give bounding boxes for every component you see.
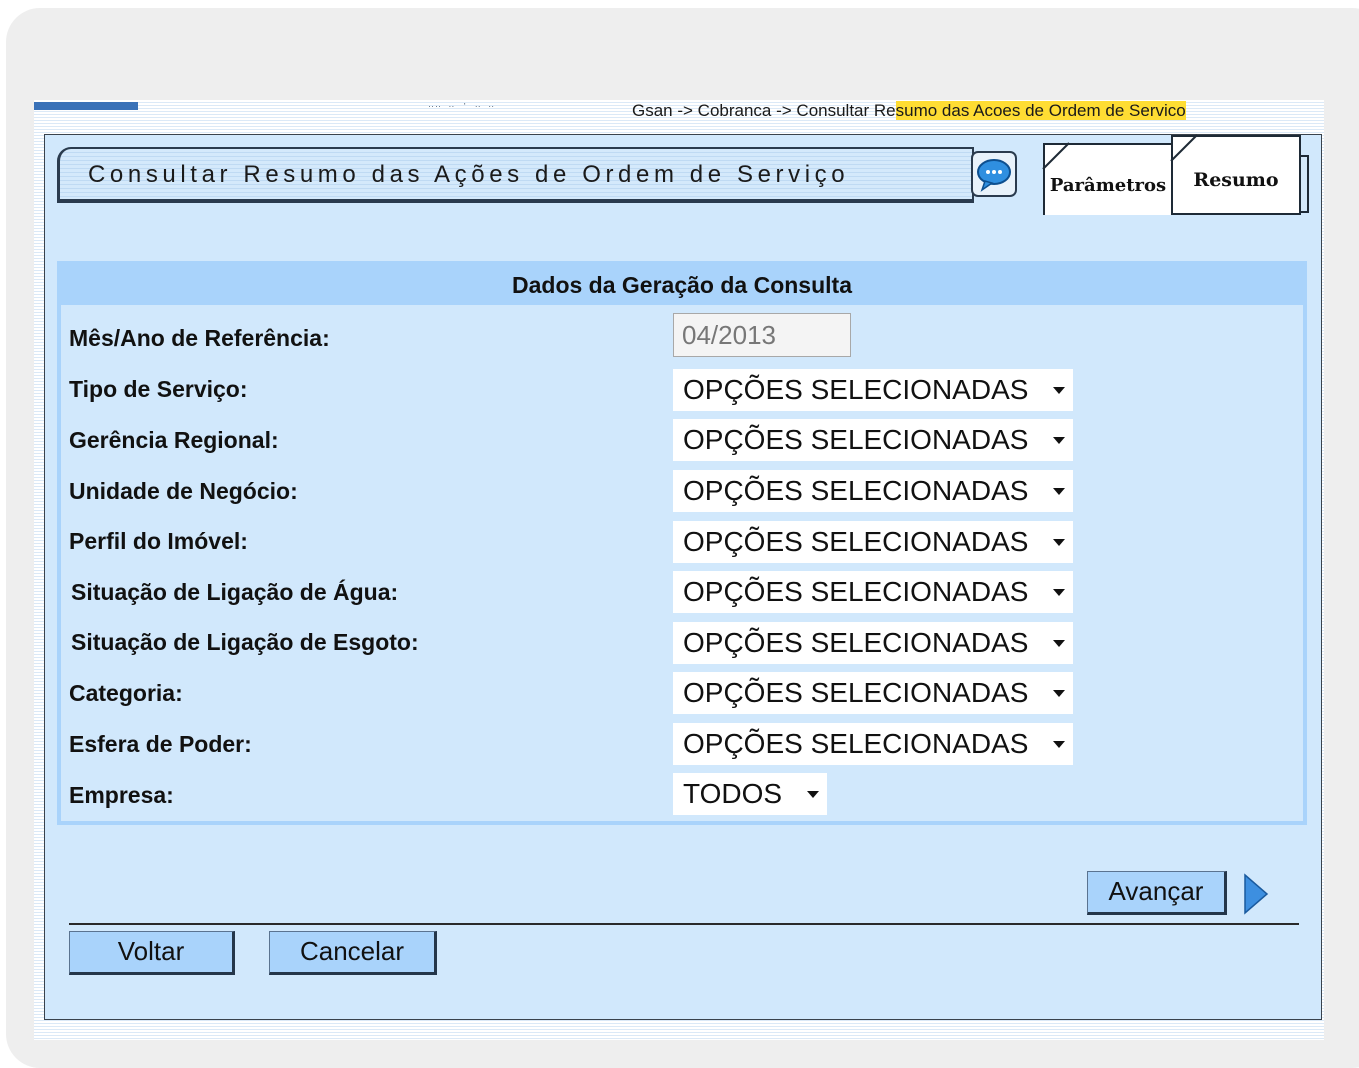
- chevron-down-icon: [1053, 741, 1065, 748]
- tab-corner-decoration: [1042, 142, 1070, 170]
- situacao-esgoto-value: OPÇÕES SELECIONADAS: [683, 627, 1029, 658]
- empresa-select[interactable]: TODOS: [673, 773, 827, 815]
- esfera-poder-label: Esfera de Poder:: [69, 731, 252, 757]
- arrow-right-icon[interactable]: [1241, 871, 1271, 917]
- title-bar: Consultar Resumo das Ações de Ordem de S…: [57, 147, 974, 203]
- chevron-down-icon: [807, 791, 819, 798]
- main-panel: Consultar Resumo das Ações de Ordem de S…: [44, 134, 1322, 1020]
- empresa-value: TODOS: [683, 778, 783, 809]
- empresa-label: Empresa:: [69, 782, 174, 808]
- chevron-down-icon: [1053, 640, 1065, 647]
- divider: [69, 923, 1299, 925]
- top-menu-remnant: ‥‥ ‥ · ‥ ‥: [428, 100, 496, 110]
- breadcrumb: Gsan -> Cobranca -> Consultar Resumo das…: [632, 100, 1186, 122]
- unidade-negocio-select[interactable]: OPÇÕES SELECIONADAS: [673, 470, 1073, 512]
- reference-month-input[interactable]: 04/2013: [673, 313, 851, 357]
- tab-parametros-label: Parâmetros: [1049, 175, 1167, 196]
- situacao-esgoto-select[interactable]: OPÇÕES SELECIONADAS: [673, 622, 1073, 664]
- gerencia-regional-select[interactable]: OPÇÕES SELECIONADAS: [673, 419, 1073, 461]
- breadcrumb-highlight: sumo das Acoes de Ordem de Servico: [895, 101, 1186, 120]
- chevron-down-icon: [1053, 387, 1065, 394]
- avancar-button[interactable]: Avançar: [1087, 871, 1227, 915]
- cancelar-button[interactable]: Cancelar: [269, 931, 437, 975]
- categoria-value: OPÇÕES SELECIONADAS: [683, 677, 1029, 708]
- page: ‥‥ ‥ · ‥ ‥ Gsan -> Cobranca -> Consultar…: [34, 100, 1324, 1040]
- chevron-down-icon: [1053, 690, 1065, 697]
- breadcrumb-path: Gsan -> Cobranca -> Consultar Re: [632, 101, 896, 120]
- chevron-down-icon: [1053, 488, 1065, 495]
- gerencia-regional-label: Gerência Regional:: [69, 427, 279, 453]
- form-section: Dados da Geração da Consulta Mês/Ano de …: [57, 261, 1307, 825]
- voltar-button[interactable]: Voltar: [69, 931, 235, 975]
- unidade-negocio-label: Unidade de Negócio:: [69, 478, 298, 504]
- categoria-label: Categoria:: [69, 680, 183, 706]
- chevron-down-icon: [1053, 589, 1065, 596]
- situacao-agua-label: Situação de Ligação de Água:: [71, 579, 399, 605]
- unidade-negocio-value: OPÇÕES SELECIONADAS: [683, 475, 1029, 506]
- situacao-esgoto-label: Situação de Ligação de Esgoto:: [71, 629, 419, 655]
- tipo-servico-select[interactable]: OPÇÕES SELECIONADAS: [673, 369, 1073, 411]
- perfil-imovel-select[interactable]: OPÇÕES SELECIONADAS: [673, 521, 1073, 563]
- top-accent-bar: [34, 102, 138, 110]
- situacao-agua-value: OPÇÕES SELECIONADAS: [683, 576, 1029, 607]
- esfera-poder-value: OPÇÕES SELECIONADAS: [683, 728, 1029, 759]
- perfil-imovel-value: OPÇÕES SELECIONADAS: [683, 526, 1029, 557]
- chat-bubble-icon[interactable]: [971, 151, 1017, 197]
- chevron-down-icon: [1053, 539, 1065, 546]
- tipo-servico-label: Tipo de Serviço:: [69, 376, 248, 402]
- situacao-agua-select[interactable]: OPÇÕES SELECIONADAS: [673, 571, 1073, 613]
- perfil-imovel-label: Perfil do Imóvel:: [69, 528, 248, 554]
- gerencia-regional-value: OPÇÕES SELECIONADAS: [683, 424, 1029, 455]
- tab-corner-decoration: [1170, 134, 1198, 162]
- page-title: Consultar Resumo das Ações de Ordem de S…: [88, 161, 850, 188]
- reference-label: Mês/Ano de Referência:: [69, 325, 330, 351]
- esfera-poder-select[interactable]: OPÇÕES SELECIONADAS: [673, 723, 1073, 765]
- chevron-down-icon: [1053, 437, 1065, 444]
- tab-resumo-label: Resumo: [1193, 169, 1279, 191]
- form-heading: Dados da Geração da Consulta: [61, 265, 1303, 305]
- tipo-servico-value: OPÇÕES SELECIONADAS: [683, 374, 1029, 405]
- categoria-select[interactable]: OPÇÕES SELECIONADAS: [673, 672, 1073, 714]
